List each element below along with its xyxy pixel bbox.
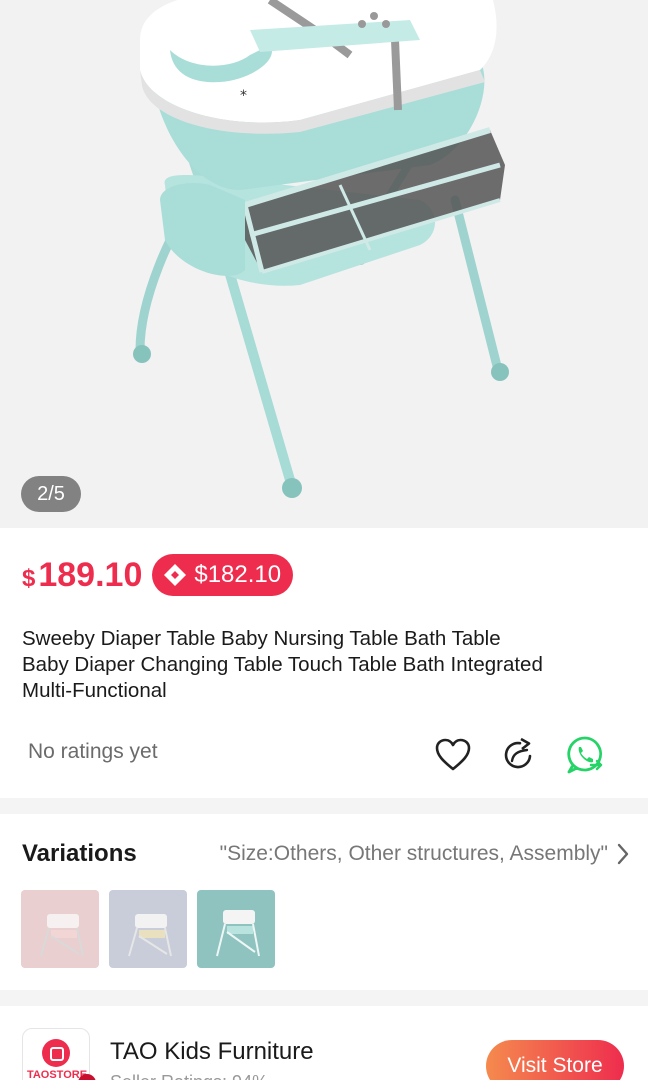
- variations-label: Variations: [22, 840, 137, 867]
- promo-price: $182.10: [194, 561, 282, 588]
- image-counter: 2/5: [21, 476, 81, 512]
- svg-text:*: *: [240, 88, 247, 104]
- store-logo-icon: [42, 1039, 70, 1067]
- product-actions: [432, 734, 606, 776]
- product-title-line: Sweeby Diaper Table Baby Nursing Table B…: [22, 627, 501, 650]
- store-seller-ratings: Seller Ratings: 94%: [110, 1072, 268, 1080]
- store-logo[interactable]: TAOSTORE: [22, 1028, 90, 1080]
- whatsapp-icon: [567, 736, 603, 774]
- product-info-card: $ 189.10 $182.10 Sweeby Diaper Table Bab…: [0, 528, 648, 798]
- price-value: 189.10: [38, 555, 143, 594]
- store-badge-icon: [78, 1074, 96, 1080]
- currency-symbol: $: [22, 564, 36, 592]
- variation-image: [197, 890, 275, 968]
- variations-section[interactable]: Variations "Size:Others, Other structure…: [0, 814, 648, 990]
- share-button[interactable]: [498, 734, 540, 776]
- product-image: *: [0, 0, 648, 528]
- product-title: Sweeby Diaper Table Baby Nursing Table B…: [22, 626, 622, 704]
- voucher-icon: [164, 564, 187, 586]
- whatsapp-share-button[interactable]: [564, 734, 606, 776]
- store-section: TAOSTORE TAO Kids Furniture Seller Ratin…: [0, 1006, 648, 1080]
- product-title-line: Baby Diaper Changing Table Touch Table B…: [22, 653, 543, 676]
- chevron-right-icon[interactable]: [616, 842, 630, 866]
- visit-store-button[interactable]: Visit Store: [486, 1040, 624, 1080]
- variation-thumbnail-teal[interactable]: [197, 890, 275, 968]
- price-row: $ 189.10 $182.10: [22, 552, 294, 598]
- share-icon: [504, 737, 532, 769]
- promo-price-badge[interactable]: $182.10: [152, 554, 294, 596]
- heart-icon: [435, 738, 471, 771]
- product-price: $ 189.10: [22, 556, 142, 595]
- product-image-gallery[interactable]: * 2/5: [0, 0, 648, 528]
- variation-image: [109, 890, 187, 968]
- product-page: * 2/5 $ 189.10 $182.10 Sweeby Diaper Tab…: [0, 0, 648, 1080]
- favorite-button[interactable]: [432, 734, 474, 776]
- product-title-line: Multi-Functional: [22, 679, 167, 702]
- variation-image: [21, 890, 99, 968]
- variation-thumbnails: [21, 890, 285, 968]
- variation-thumbnail-pink[interactable]: [21, 890, 99, 968]
- store-name[interactable]: TAO Kids Furniture: [110, 1038, 314, 1066]
- rating-status: No ratings yet: [28, 740, 158, 763]
- variation-thumbnail-grey[interactable]: [109, 890, 187, 968]
- selected-variation: "Size:Others, Other structures, Assembly…: [219, 842, 608, 865]
